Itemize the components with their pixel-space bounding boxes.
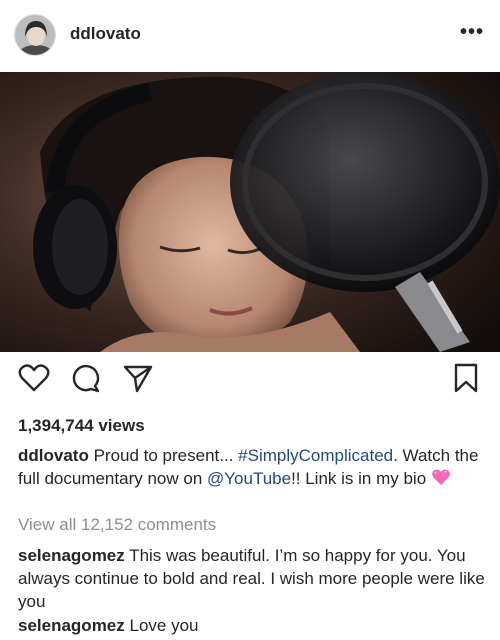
share-icon[interactable] — [122, 362, 154, 394]
avatar-image — [15, 15, 55, 55]
comment-username[interactable]: selenagomez — [18, 546, 125, 565]
post-username[interactable]: ddlovato — [70, 24, 141, 44]
post-header: ddlovato ••• — [0, 0, 500, 72]
comment-username[interactable]: selenagomez — [18, 616, 125, 635]
more-options-icon[interactable]: ••• — [460, 22, 484, 42]
post-caption: ddlovato Proud to present... #SimplyComp… — [18, 444, 488, 493]
view-count[interactable]: 1,394,744 views — [18, 416, 145, 436]
comment-item: selenagomez Love you — [18, 614, 488, 637]
caption-username[interactable]: ddlovato — [18, 446, 89, 465]
caption-text: Proud to present... — [88, 446, 239, 465]
comment-icon[interactable] — [70, 362, 102, 394]
sparkling-heart-icon — [431, 467, 451, 493]
caption-mention[interactable]: @YouTube — [207, 469, 291, 488]
comment-item: selenagomez This was beautiful. I’m so h… — [18, 544, 488, 613]
caption-hashtag[interactable]: #SimplyComplicated — [238, 446, 393, 465]
post-video[interactable] — [0, 72, 500, 352]
heart-icon[interactable] — [18, 362, 50, 394]
comment-text: Love you — [124, 616, 199, 635]
post-actions — [0, 362, 500, 406]
view-all-comments-link[interactable]: View all 12,152 comments — [18, 515, 216, 535]
video-frame — [0, 72, 500, 352]
avatar[interactable] — [14, 14, 56, 56]
caption-text: !! Link is in my bio — [291, 469, 431, 488]
bookmark-icon[interactable] — [450, 362, 482, 394]
